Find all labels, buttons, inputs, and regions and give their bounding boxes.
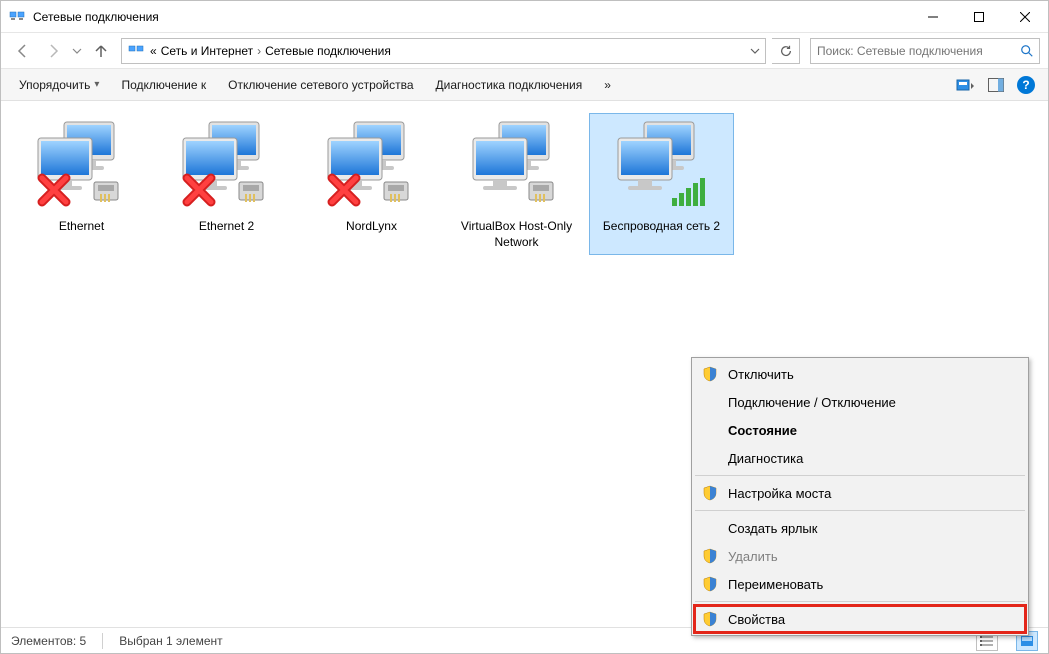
network-adapter-icon [34, 118, 130, 214]
breadcrumb-root[interactable]: « [150, 44, 157, 58]
shield-icon [702, 366, 718, 382]
toolbar: Упорядочить ▾ Подключение к Отключение с… [1, 69, 1048, 101]
search-input[interactable] [811, 44, 1015, 58]
connection-label: NordLynx [346, 218, 397, 234]
content-area[interactable]: Ethernet Ethernet 2 [1, 101, 1048, 627]
back-button[interactable] [9, 37, 37, 65]
shield-icon [702, 611, 718, 627]
refresh-button[interactable] [772, 38, 800, 64]
shield-icon [702, 576, 718, 592]
connection-item[interactable]: Ethernet 2 [154, 113, 299, 255]
search-icon[interactable] [1015, 44, 1039, 58]
network-adapter-icon [179, 118, 275, 214]
breadcrumb-level1[interactable]: Сеть и Интернет [161, 44, 253, 58]
window: Сетевые подключения « Сеть и Интернет › … [0, 0, 1049, 654]
context-menu: Отключить Подключение / Отключение Состо… [691, 357, 1029, 636]
menu-separator [695, 510, 1025, 511]
toolbar-overflow[interactable]: » [594, 74, 621, 96]
menu-delete[interactable]: Удалить [694, 542, 1026, 570]
up-button[interactable] [87, 37, 115, 65]
search-box[interactable] [810, 38, 1040, 64]
network-adapter-icon [324, 118, 420, 214]
address-dropdown[interactable] [743, 39, 765, 63]
menu-diagnose[interactable]: Диагностика [694, 444, 1026, 472]
menu-status[interactable]: Состояние [694, 416, 1026, 444]
organize-menu[interactable]: Упорядочить ▾ [9, 74, 109, 96]
connect-to-button[interactable]: Подключение к [111, 74, 216, 96]
menu-properties[interactable]: Свойства [694, 605, 1026, 633]
status-item-count: Элементов: 5 [11, 634, 86, 648]
connection-item[interactable]: Беспроводная сеть 2 [589, 113, 734, 255]
menu-shortcut[interactable]: Создать ярлык [694, 514, 1026, 542]
menu-connect-disconnect[interactable]: Подключение / Отключение [694, 388, 1026, 416]
connection-item[interactable]: NordLynx [299, 113, 444, 255]
status-selection: Выбран 1 элемент [119, 634, 222, 648]
window-controls [910, 1, 1048, 32]
window-title: Сетевые подключения [33, 10, 910, 24]
preview-pane-button[interactable] [982, 73, 1010, 97]
connection-item[interactable]: VirtualBox Host-Only Network [444, 113, 589, 255]
separator [102, 633, 103, 649]
minimize-button[interactable] [910, 1, 956, 32]
shield-icon [702, 548, 718, 564]
help-icon: ? [1017, 76, 1035, 94]
diagnose-button[interactable]: Диагностика подключения [426, 74, 593, 96]
connection-label: VirtualBox Host-Only Network [452, 218, 582, 250]
app-icon [9, 9, 25, 25]
titlebar: Сетевые подключения [1, 1, 1048, 33]
shield-icon [702, 485, 718, 501]
history-dropdown[interactable] [69, 37, 85, 65]
network-adapter-icon [469, 118, 565, 214]
location-icon [128, 43, 144, 59]
connection-label: Беспроводная сеть 2 [603, 218, 720, 234]
forward-button[interactable] [39, 37, 67, 65]
menu-separator [695, 475, 1025, 476]
menu-rename[interactable]: Переименовать [694, 570, 1026, 598]
connection-label: Ethernet [59, 218, 104, 234]
breadcrumbs: « Сеть и Интернет › Сетевые подключения [150, 44, 743, 58]
menu-separator [695, 601, 1025, 602]
close-button[interactable] [1002, 1, 1048, 32]
navbar: « Сеть и Интернет › Сетевые подключения [1, 33, 1048, 69]
network-adapter-icon [614, 118, 710, 214]
disable-device-button[interactable]: Отключение сетевого устройства [218, 74, 423, 96]
menu-bridge[interactable]: Настройка моста [694, 479, 1026, 507]
connection-item[interactable]: Ethernet [9, 113, 154, 255]
address-bar[interactable]: « Сеть и Интернет › Сетевые подключения [121, 38, 766, 64]
maximize-button[interactable] [956, 1, 1002, 32]
chevron-down-icon: ▾ [94, 79, 99, 90]
menu-disable[interactable]: Отключить [694, 360, 1026, 388]
connection-label: Ethernet 2 [199, 218, 254, 234]
help-button[interactable]: ? [1012, 73, 1040, 97]
breadcrumb-level2[interactable]: Сетевые подключения [265, 44, 391, 58]
view-options-button[interactable] [952, 73, 980, 97]
chevron-right-icon: › [257, 44, 261, 58]
